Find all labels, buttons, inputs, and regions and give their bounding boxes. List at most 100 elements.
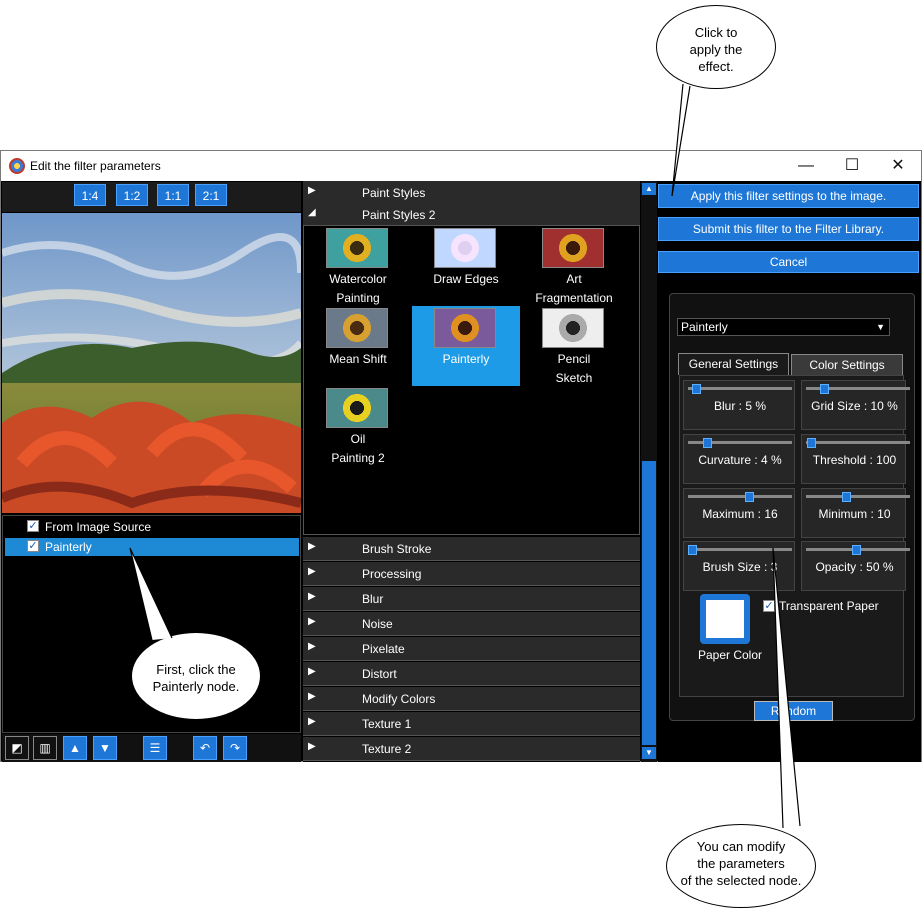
scroll-thumb[interactable]: [642, 461, 656, 745]
filter-mean-shift[interactable]: Mean Shift: [304, 306, 412, 386]
category-label: Noise: [362, 617, 393, 631]
collapse-arrow-icon: ◢: [308, 207, 316, 218]
delete-node-icon[interactable]: ▥: [33, 736, 57, 760]
slider-label: Maximum : 16: [702, 507, 778, 521]
redo-icon[interactable]: ↷: [223, 736, 247, 760]
node-from-image-source[interactable]: ✓ From Image Source: [5, 518, 299, 536]
expand-arrow-icon: ▶: [308, 641, 316, 652]
slider-thumb[interactable]: [852, 545, 861, 555]
category-label: Processing: [362, 567, 422, 581]
category-label: Texture 2: [362, 742, 412, 756]
category-modify-colors[interactable]: ▶ Modify Colors: [303, 687, 640, 711]
transparent-paper-checkbox[interactable]: ✓: [763, 600, 775, 612]
curvature-slider[interactable]: Curvature : 4 %: [683, 434, 795, 484]
maximize-button[interactable]: ☐: [829, 151, 875, 181]
node-checkbox[interactable]: ✓: [27, 540, 39, 552]
grid-size-slider[interactable]: Grid Size : 10 %: [801, 380, 910, 430]
close-button[interactable]: ✕: [875, 151, 921, 181]
filter-label: Painterly: [442, 352, 490, 366]
filter-label: Sketch: [555, 371, 593, 385]
image-preview[interactable]: [2, 213, 301, 513]
filter-watercolor-painting[interactable]: Watercolor Painting: [304, 226, 412, 306]
category-label: Paint Styles: [362, 186, 426, 200]
slider-thumb[interactable]: [820, 384, 829, 394]
tab-color-settings[interactable]: Color Settings: [791, 354, 903, 376]
filter-art-fragmentation[interactable]: Art Fragmentation: [520, 226, 628, 306]
new-node-icon[interactable]: ◩: [5, 736, 29, 760]
slider-label: Curvature : 4 %: [698, 453, 782, 467]
filter-list-scrollbar[interactable]: ▲ ▼: [641, 181, 657, 762]
undo-icon[interactable]: ↶: [193, 736, 217, 760]
threshold-slider[interactable]: Threshold : 100: [801, 434, 910, 484]
slider-thumb[interactable]: [842, 492, 851, 502]
zoom-1-4-button[interactable]: 1:4: [74, 184, 106, 206]
move-up-icon[interactable]: ▲: [63, 736, 87, 760]
filter-label: Pencil: [557, 352, 591, 366]
blur-slider[interactable]: Blur : 5 %: [683, 380, 795, 430]
minimize-button[interactable]: —: [783, 151, 829, 181]
cancel-button[interactable]: Cancel: [658, 251, 919, 273]
random-button[interactable]: Random: [754, 701, 833, 721]
brush-size-slider[interactable]: Brush Size : 3: [683, 541, 795, 591]
move-down-icon[interactable]: ▼: [93, 736, 117, 760]
slider-label: Opacity : 50 %: [815, 560, 894, 574]
slider-thumb[interactable]: [688, 545, 697, 555]
preset-dropdown[interactable]: Painterly ▼: [677, 318, 890, 336]
filter-label: Oil: [350, 432, 366, 446]
node-checkbox[interactable]: ✓: [27, 520, 39, 532]
filter-list: ▶ Paint Styles ◢ Paint Styles 2 Watercol…: [303, 181, 640, 762]
expand-arrow-icon: ▶: [308, 185, 316, 196]
chevron-down-icon: ▼: [876, 322, 885, 332]
zoom-2-1-button[interactable]: 2:1: [195, 184, 227, 206]
filter-oil-painting-2[interactable]: Oil Painting 2: [304, 386, 412, 466]
category-noise[interactable]: ▶ Noise: [303, 612, 640, 636]
paper-color-swatch[interactable]: [700, 594, 750, 644]
node-toolbar: ◩ ▥ ▲ ▼ ☰ ↶ ↷: [2, 734, 301, 762]
filter-label: Art: [566, 272, 582, 286]
slider-label: Blur : 5 %: [713, 399, 767, 413]
submit-to-library-button[interactable]: Submit this filter to the Filter Library…: [658, 217, 919, 241]
node-label: From Image Source: [45, 520, 152, 534]
scroll-down-icon[interactable]: ▼: [642, 747, 656, 759]
category-brush-stroke[interactable]: ▶ Brush Stroke: [303, 537, 640, 561]
category-pixelate[interactable]: ▶ Pixelate: [303, 637, 640, 661]
node-painterly[interactable]: ✓ Painterly: [5, 538, 299, 556]
callout-apply: Click to apply the effect.: [656, 5, 776, 89]
slider-label: Brush Size : 3: [702, 560, 778, 574]
filter-draw-edges[interactable]: Draw Edges: [412, 226, 520, 306]
category-label: Modify Colors: [362, 692, 436, 706]
category-paint-styles[interactable]: ▶ Paint Styles: [303, 181, 640, 205]
callout-params: You can modify the parameters of the sel…: [666, 824, 816, 908]
category-label: Blur: [362, 592, 384, 606]
slider-track: [688, 548, 792, 551]
slider-thumb[interactable]: [807, 438, 816, 448]
menu-icon[interactable]: ☰: [143, 736, 167, 760]
category-distort[interactable]: ▶ Distort: [303, 662, 640, 686]
zoom-1-2-button[interactable]: 1:2: [116, 184, 148, 206]
slider-thumb[interactable]: [692, 384, 701, 394]
filter-pencil-sketch[interactable]: Pencil Sketch: [520, 306, 628, 386]
slider-thumb[interactable]: [745, 492, 754, 502]
slider-thumb[interactable]: [703, 438, 712, 448]
settings-panel: Apply this filter settings to the image.…: [658, 181, 921, 762]
category-paint-styles-2[interactable]: ◢ Paint Styles 2: [303, 203, 640, 227]
category-label: Distort: [362, 667, 397, 681]
scroll-up-icon[interactable]: ▲: [642, 183, 656, 195]
minimum-slider[interactable]: Minimum : 10: [801, 488, 910, 538]
filter-painterly[interactable]: Painterly: [412, 306, 520, 386]
paper-color-preview: [706, 600, 744, 638]
zoom-toolbar: 1:4 1:2 1:1 2:1: [2, 182, 301, 212]
filter-gallery: Watercolor Painting Draw Edges Art Fragmen…: [303, 225, 640, 535]
category-texture-1[interactable]: ▶ Texture 1: [303, 712, 640, 736]
filter-thumbnail: [434, 308, 496, 348]
category-texture-2[interactable]: ▶ Texture 2: [303, 737, 640, 761]
apply-button[interactable]: Apply this filter settings to the image.: [658, 184, 919, 208]
zoom-1-1-button[interactable]: 1:1: [157, 184, 189, 206]
tab-general-settings[interactable]: General Settings: [678, 353, 789, 375]
category-processing[interactable]: ▶ Processing: [303, 562, 640, 586]
category-blur[interactable]: ▶ Blur: [303, 587, 640, 611]
node-label: Painterly: [45, 540, 92, 554]
maximum-slider[interactable]: Maximum : 16: [683, 488, 795, 538]
slider-label: Grid Size : 10 %: [811, 399, 898, 413]
opacity-slider[interactable]: Opacity : 50 %: [801, 541, 910, 591]
